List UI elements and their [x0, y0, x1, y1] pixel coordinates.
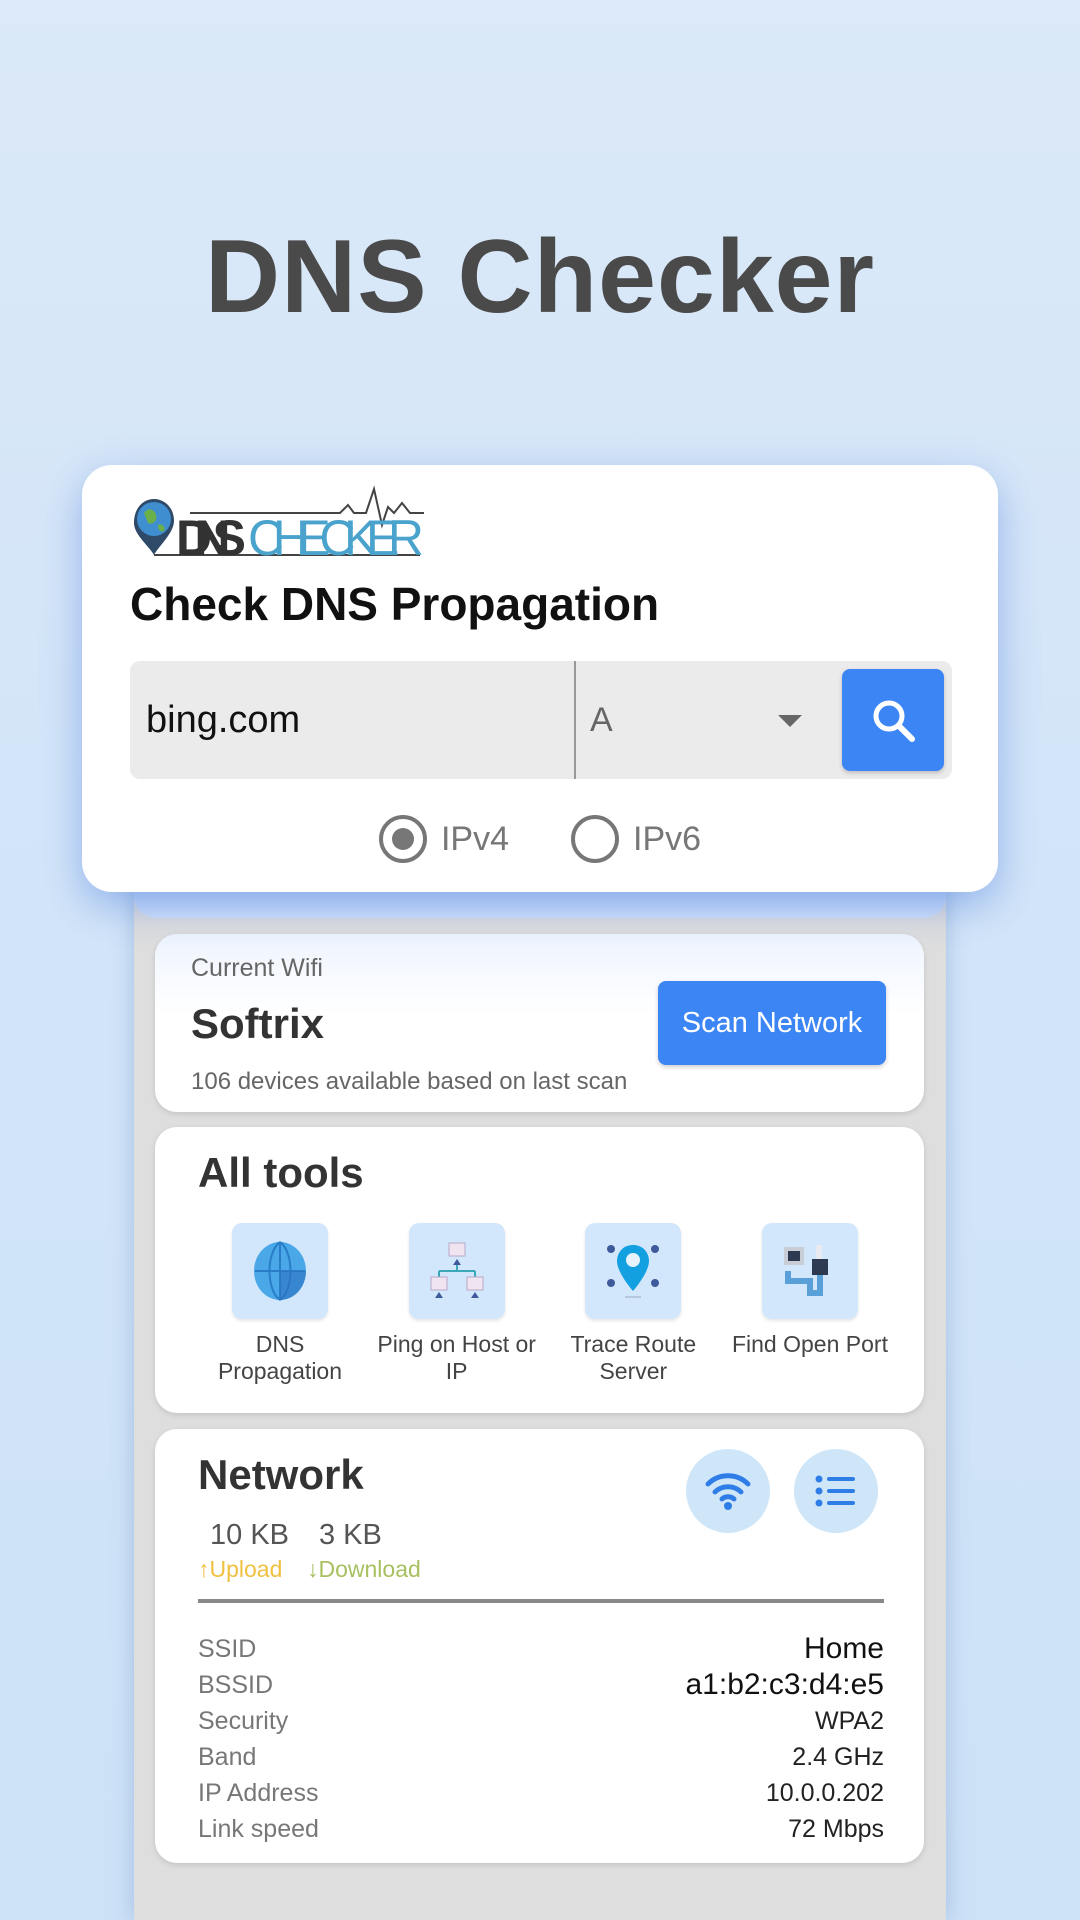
- radio-label: IPv4: [440, 819, 509, 858]
- arrow-down-icon: ↓: [307, 1556, 319, 1582]
- promo-headline: DNS Checker: [205, 219, 875, 335]
- detail-row-bssid: BSSID a1:b2:c3:d4:e5: [198, 1667, 884, 1703]
- all-tools-title: All tools: [198, 1149, 364, 1196]
- radio-ipv4[interactable]: IPv4: [378, 815, 509, 863]
- tool-label: Trace Route Server: [570, 1331, 697, 1384]
- traffic-stats: 10 KB ↑Upload 3 KB ↓Download: [198, 1519, 421, 1583]
- domain-input[interactable]: [130, 661, 574, 779]
- svg-text:CHECKER: CHECKER: [248, 510, 424, 565]
- globe-icon: [232, 1223, 328, 1319]
- tool-label: Find Open Port: [731, 1331, 888, 1357]
- tool-trace-route[interactable]: Trace Route Server: [548, 1223, 718, 1385]
- radio-checked-icon: [378, 815, 427, 863]
- ip-version-radio-group: IPv4 IPv6: [82, 815, 998, 863]
- tools-grid: DNS Propagation Ping on Host or IP Trace…: [195, 1223, 895, 1385]
- record-type-value: A: [590, 700, 613, 739]
- all-tools-card: All tools DNS Propagation Ping on Host o…: [155, 1127, 924, 1413]
- record-type-select[interactable]: A: [576, 661, 836, 779]
- upload-stat: 10 KB ↑Upload: [198, 1519, 289, 1583]
- network-hierarchy-icon: [408, 1223, 505, 1319]
- list-icon: [815, 1475, 855, 1507]
- network-title: Network: [198, 1451, 364, 1498]
- download-label: ↓Download: [307, 1556, 421, 1582]
- detail-row-ssid: SSID Home: [198, 1631, 884, 1667]
- detail-key: SSID: [198, 1634, 257, 1663]
- detail-value: WPA2: [815, 1706, 884, 1735]
- svg-text:DNS: DNS: [176, 510, 246, 565]
- dns-checker-logo: DNS CHECKER: [130, 485, 430, 566]
- check-dns-title: Check DNS Propagation: [130, 578, 660, 630]
- detail-key: Link speed: [198, 1814, 319, 1843]
- detail-row-ip: IP Address 10.0.0.202: [198, 1775, 884, 1811]
- detail-row-band: Band 2.4 GHz: [198, 1739, 884, 1775]
- upload-value: 10 KB: [210, 1519, 289, 1551]
- upload-label: ↑Upload: [198, 1556, 283, 1582]
- detail-value: 72 Mbps: [788, 1814, 884, 1843]
- current-wifi-label: Current Wifi: [191, 954, 323, 982]
- detail-key: Band: [198, 1742, 257, 1771]
- search-row: A: [130, 661, 952, 779]
- radio-ipv6[interactable]: IPv6: [571, 815, 701, 863]
- wifi-name: Softrix: [191, 1000, 325, 1047]
- scan-network-button[interactable]: Scan Network: [658, 981, 886, 1065]
- ethernet-port-icon: [761, 1223, 858, 1319]
- wifi-icon: [705, 1473, 751, 1510]
- search-button[interactable]: [842, 669, 944, 771]
- location-pin-icon: [585, 1223, 682, 1319]
- detail-value: 10.0.0.202: [765, 1778, 884, 1807]
- network-card: Network 10 KB ↑Upload 3 KB ↓Download SSI…: [155, 1429, 924, 1863]
- tool-label: Ping on Host or IP: [377, 1331, 536, 1384]
- download-stat: 3 KB ↓Download: [307, 1519, 421, 1583]
- detail-value: 2.4 GHz: [792, 1742, 884, 1771]
- search-icon: [873, 700, 915, 742]
- tool-label: DNS Propagation: [217, 1331, 343, 1384]
- dns-search-card: DNS CHECKER Check DNS Propagation A IPv4…: [82, 465, 998, 892]
- detail-key: Security: [198, 1706, 289, 1735]
- detail-key: BSSID: [198, 1670, 274, 1699]
- detail-value: a1:b2:c3:d4:e5: [685, 1668, 884, 1701]
- tool-dns-propagation[interactable]: DNS Propagation: [195, 1223, 365, 1385]
- detail-key: IP Address: [198, 1778, 319, 1807]
- dropdown-caret-icon: [778, 715, 802, 727]
- detail-value: Home: [803, 1632, 884, 1665]
- tool-ping[interactable]: Ping on Host or IP: [372, 1223, 542, 1385]
- current-wifi-card: Current Wifi Softrix 106 devices availab…: [155, 934, 924, 1112]
- arrow-up-icon: ↑: [198, 1556, 210, 1582]
- network-details: SSID Home BSSID a1:b2:c3:d4:e5 Security …: [198, 1631, 884, 1847]
- detail-row-link-speed: Link speed 72 Mbps: [198, 1811, 884, 1847]
- radio-label: IPv6: [633, 819, 702, 858]
- tool-find-open-port[interactable]: Find Open Port: [725, 1223, 895, 1385]
- radio-unchecked-icon: [571, 815, 619, 863]
- download-value: 3 KB: [319, 1519, 382, 1551]
- list-button[interactable]: [794, 1449, 878, 1533]
- wifi-button[interactable]: [686, 1449, 770, 1533]
- detail-row-security: Security WPA2: [198, 1703, 884, 1739]
- devices-available-text: 106 devices available based on last scan: [191, 1068, 628, 1095]
- divider: [198, 1599, 884, 1603]
